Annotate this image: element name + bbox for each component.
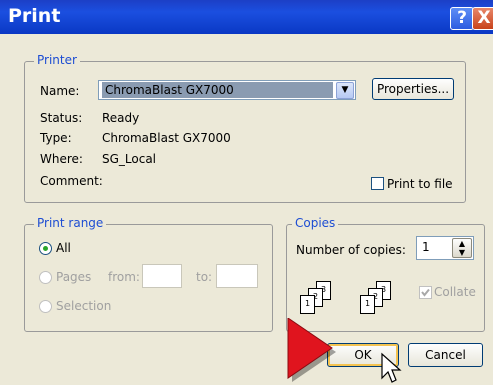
collate-checkbox[interactable] bbox=[419, 286, 432, 299]
title-bar[interactable] bbox=[0, 0, 493, 34]
from-page-input[interactable] bbox=[142, 264, 182, 288]
collate-label[interactable]: Collate bbox=[434, 285, 476, 299]
copies-group-label: Copies bbox=[292, 216, 339, 230]
help-button[interactable]: ? bbox=[450, 7, 474, 30]
printer-name-value: ChromaBlast GX7000 bbox=[102, 82, 333, 98]
number-of-copies-label: Number of copies: bbox=[296, 243, 406, 257]
print-to-file-label[interactable]: Print to file bbox=[387, 177, 453, 191]
from-label: from: bbox=[108, 270, 140, 284]
collate-pages-icon: 3 2 1 3 2 1 bbox=[296, 276, 406, 316]
spinner-icon[interactable]: ▲ ▼ bbox=[452, 238, 472, 258]
status-value: Ready bbox=[102, 111, 140, 125]
cancel-button[interactable]: Cancel bbox=[408, 343, 483, 367]
pointer-arrow-icon bbox=[287, 318, 336, 382]
type-label: Type: bbox=[40, 131, 72, 145]
to-label: to: bbox=[196, 270, 213, 284]
checkmark-icon bbox=[421, 288, 430, 297]
type-value: ChromaBlast GX7000 bbox=[102, 131, 231, 145]
to-page-input[interactable] bbox=[216, 264, 258, 288]
where-label: Where: bbox=[40, 152, 83, 166]
print-to-file-checkbox[interactable] bbox=[371, 177, 384, 190]
radio-selected-dot bbox=[43, 246, 48, 251]
name-label: Name: bbox=[40, 84, 80, 98]
page-1-icon: 1 bbox=[360, 295, 375, 314]
pages-radio-label[interactable]: Pages bbox=[56, 270, 91, 284]
print-range-group-label: Print range bbox=[34, 216, 107, 230]
properties-button[interactable]: Properties... bbox=[372, 78, 454, 100]
selection-radio[interactable] bbox=[39, 300, 52, 313]
number-of-copies-input[interactable]: 1 ▲ ▼ bbox=[416, 236, 474, 260]
where-value: SG_Local bbox=[102, 152, 157, 166]
printer-group-label: Printer bbox=[34, 53, 80, 67]
selection-radio-label[interactable]: Selection bbox=[56, 299, 111, 313]
comment-label: Comment: bbox=[40, 174, 103, 188]
pages-radio[interactable] bbox=[39, 271, 52, 284]
status-label: Status: bbox=[40, 111, 83, 125]
copies-value: 1 bbox=[422, 240, 430, 254]
page-1-icon: 1 bbox=[300, 295, 315, 314]
window-title: Print bbox=[8, 5, 61, 27]
printer-name-select[interactable]: ChromaBlast GX7000 ▼ bbox=[98, 80, 356, 100]
all-radio[interactable] bbox=[39, 242, 52, 255]
all-radio-label[interactable]: All bbox=[56, 241, 71, 255]
chevron-down-icon[interactable]: ▼ bbox=[336, 82, 354, 99]
mouse-cursor-icon bbox=[381, 352, 402, 383]
close-button[interactable]: X bbox=[472, 7, 493, 30]
